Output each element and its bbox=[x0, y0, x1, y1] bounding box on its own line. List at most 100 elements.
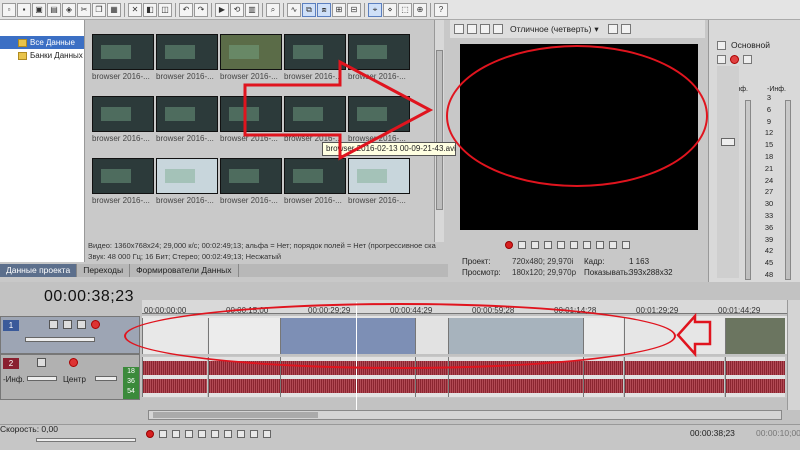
media-thumbnail[interactable]: browser 2016-... bbox=[284, 34, 346, 82]
selection-tool-icon[interactable]: ⬚ bbox=[398, 2, 412, 17]
level-slider[interactable] bbox=[25, 337, 95, 342]
fader-track[interactable] bbox=[717, 66, 739, 278]
video-event[interactable] bbox=[725, 318, 785, 354]
audio-event[interactable] bbox=[142, 357, 207, 397]
cut-icon[interactable]: ✂ bbox=[77, 2, 91, 17]
audio-gear-icon[interactable] bbox=[69, 358, 78, 367]
media-thumbnail[interactable]: browser 2016-... bbox=[220, 34, 282, 82]
mixer-settings-icon[interactable] bbox=[717, 41, 726, 50]
normal-edit-tool-icon[interactable]: ⌖ bbox=[368, 2, 382, 17]
media-thumbnail[interactable]: browser 2016-... bbox=[348, 34, 410, 82]
save-icon[interactable]: ▣ bbox=[32, 2, 46, 17]
media-thumbnail[interactable]: browser 2016-... bbox=[156, 34, 218, 82]
media-thumbnail[interactable]: browser 2016-... bbox=[156, 158, 218, 206]
overlay-icon[interactable] bbox=[493, 24, 503, 34]
media-thumbnail[interactable]: browser 2016-... bbox=[156, 96, 218, 144]
media-thumbnail[interactable]: browser 2016-... bbox=[92, 158, 154, 206]
stop-icon[interactable] bbox=[570, 241, 578, 249]
audio-event[interactable] bbox=[583, 357, 623, 397]
tree-item-all-media[interactable]: Все Данные bbox=[0, 36, 84, 49]
envelope-tool-icon[interactable]: ⋄ bbox=[383, 2, 397, 17]
go-to-end-icon[interactable] bbox=[237, 430, 245, 438]
play-from-start-icon[interactable] bbox=[172, 430, 180, 438]
project-properties-icon[interactable] bbox=[454, 24, 464, 34]
render-icon[interactable]: ◈ bbox=[62, 2, 76, 17]
scrollbar-thumb[interactable] bbox=[436, 50, 443, 210]
preview-quality-select[interactable]: Отличное (четверть) bbox=[510, 24, 591, 34]
loop-playback-icon[interactable] bbox=[518, 241, 526, 249]
next-frame-icon[interactable] bbox=[622, 241, 630, 249]
play-from-start-icon[interactable] bbox=[531, 241, 539, 249]
explorer-vertical-scrollbar[interactable] bbox=[434, 20, 444, 242]
tab-transitions[interactable]: Переходы bbox=[77, 264, 131, 277]
timeline-vertical-scrollbar[interactable] bbox=[787, 300, 800, 410]
chevron-down-icon[interactable]: ▾ bbox=[594, 24, 598, 35]
audio-event[interactable] bbox=[725, 357, 785, 397]
search-icon[interactable]: ⌕ bbox=[266, 2, 280, 17]
stop-icon[interactable] bbox=[211, 430, 219, 438]
play-icon[interactable] bbox=[544, 241, 552, 249]
open-folder-icon[interactable]: ▪ bbox=[17, 2, 31, 17]
media-thumbnail[interactable]: browser 2016-... bbox=[220, 158, 282, 206]
tree-item-media-bins[interactable]: Банки Данных bbox=[0, 49, 84, 62]
external-monitor-icon[interactable] bbox=[467, 24, 477, 34]
fx-icon[interactable] bbox=[743, 55, 752, 64]
timeline-horizontal-scrollbar[interactable] bbox=[148, 410, 782, 420]
delete-icon[interactable]: ✕ bbox=[128, 2, 142, 17]
copy-icon[interactable]: ❐ bbox=[92, 2, 106, 17]
help-icon[interactable]: ? bbox=[434, 2, 448, 17]
split-icon[interactable]: ◫ bbox=[158, 2, 172, 17]
media-thumbnail[interactable]: browser 2016-... bbox=[348, 158, 410, 206]
crossfade-icon[interactable]: ∿ bbox=[287, 2, 301, 17]
tab-project-media[interactable]: Данные проекта bbox=[0, 264, 78, 277]
audio-fx-icon[interactable] bbox=[37, 358, 46, 367]
mute-icon[interactable] bbox=[717, 55, 726, 64]
trim-icon[interactable]: ◧ bbox=[143, 2, 157, 17]
properties-icon[interactable]: ▤ bbox=[47, 2, 61, 17]
lock-envelope-icon[interactable]: ⧈ bbox=[317, 2, 331, 17]
previous-frame-icon[interactable] bbox=[609, 241, 617, 249]
volume-slider[interactable] bbox=[27, 376, 57, 381]
master-fader-handle[interactable] bbox=[721, 138, 735, 146]
media-thumbnail[interactable]: browser 2016-... bbox=[220, 96, 282, 144]
previous-frame-icon[interactable] bbox=[250, 430, 258, 438]
new-file-icon[interactable]: ▫ bbox=[2, 2, 16, 17]
redo-icon[interactable]: ↷ bbox=[194, 2, 208, 17]
media-thumbnail[interactable]: browser 2016-... bbox=[92, 96, 154, 144]
track-motion-icon[interactable] bbox=[63, 320, 72, 329]
record-icon[interactable] bbox=[146, 430, 154, 438]
loop-playback-icon[interactable] bbox=[159, 430, 167, 438]
play-icon[interactable] bbox=[185, 430, 193, 438]
save-snapshot-icon[interactable] bbox=[620, 24, 631, 34]
undo-icon[interactable]: ↶ bbox=[179, 2, 193, 17]
preview-icon[interactable]: ▶ bbox=[215, 2, 229, 17]
pan-slider[interactable] bbox=[95, 376, 117, 381]
track-fx-icon[interactable] bbox=[49, 320, 58, 329]
record-icon[interactable] bbox=[505, 241, 513, 249]
media-thumbnail[interactable]: browser 2016-... bbox=[284, 158, 346, 206]
tab-media-generators[interactable]: Формирователи Данных bbox=[130, 264, 239, 277]
grid-icon[interactable]: ▥ bbox=[245, 2, 259, 17]
loop-icon[interactable]: ⟲ bbox=[230, 2, 244, 17]
speed-slider[interactable] bbox=[36, 438, 136, 442]
media-thumbnail[interactable]: browser 2016-... bbox=[92, 34, 154, 82]
go-to-start-icon[interactable] bbox=[583, 241, 591, 249]
audio-event[interactable] bbox=[624, 357, 724, 397]
split-screen-icon[interactable] bbox=[480, 24, 490, 34]
go-to-start-icon[interactable] bbox=[224, 430, 232, 438]
auto-ripple-icon[interactable]: ⧉ bbox=[302, 2, 316, 17]
quantize-icon[interactable]: ⊟ bbox=[347, 2, 361, 17]
snap-icon[interactable]: ⊞ bbox=[332, 2, 346, 17]
media-thumbnail[interactable]: browser 2016-... bbox=[284, 96, 346, 144]
pause-icon[interactable] bbox=[198, 430, 206, 438]
track-gear-icon[interactable] bbox=[91, 320, 100, 329]
pause-icon[interactable] bbox=[557, 241, 565, 249]
scrollbar-thumb[interactable] bbox=[153, 412, 318, 418]
next-frame-icon[interactable] bbox=[263, 430, 271, 438]
zoom-tool-icon[interactable]: ⊕ bbox=[413, 2, 427, 17]
paste-icon[interactable]: ▦ bbox=[107, 2, 121, 17]
compositing-mode-icon[interactable] bbox=[77, 320, 86, 329]
go-to-end-icon[interactable] bbox=[596, 241, 604, 249]
media-thumbnail[interactable]: browser 2016-... bbox=[348, 96, 410, 144]
solo-icon[interactable] bbox=[730, 55, 739, 64]
